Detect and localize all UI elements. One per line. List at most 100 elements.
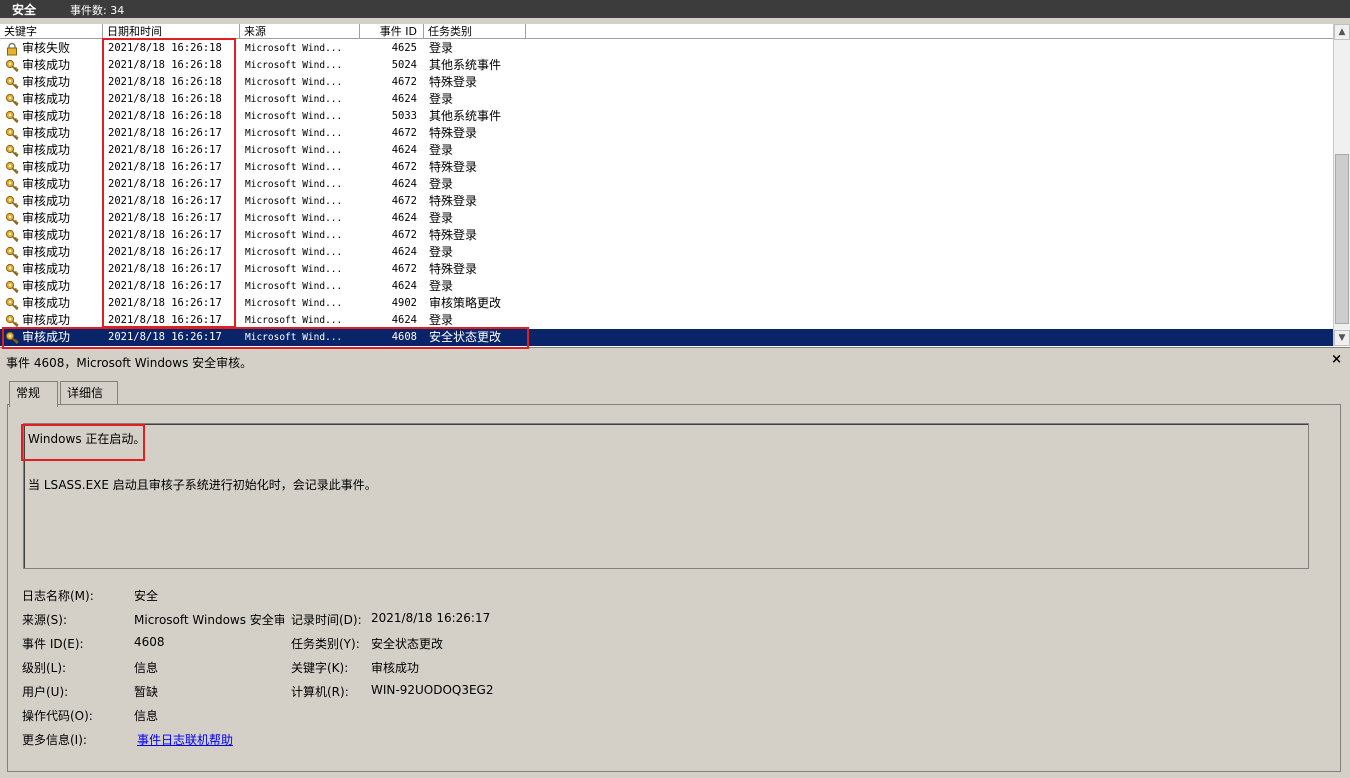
event-keyword: 审核成功 — [22, 109, 71, 123]
event-category: 其他系统事件 — [429, 109, 502, 123]
event-row[interactable]: 审核成功 2021/8/18 16:26:17 Microsoft Wind... 4… — [0, 159, 1333, 176]
event-row[interactable]: 审核成功 2021/8/18 16:26:18 Microsoft Wind... 5… — [0, 57, 1333, 74]
key-icon — [5, 110, 19, 124]
event-id: 4624 — [391, 178, 417, 190]
prop-label-user: 用户(U): — [22, 685, 69, 699]
prop-label-log-name: 日志名称(M): — [22, 589, 94, 603]
event-row[interactable]: 审核成功 2021/8/18 16:26:18 Microsoft Wind... 5… — [0, 108, 1333, 125]
prop-label-event-id: 事件 ID(E): — [22, 637, 84, 651]
log-name: 安全 — [12, 3, 37, 17]
event-category: 登录 — [429, 92, 454, 106]
column-header-event-id[interactable]: 事件 ID — [360, 24, 424, 39]
key-icon — [5, 76, 19, 90]
event-id: 4624 — [391, 246, 417, 258]
event-list-header: 关键字 日期和时间 来源 事件 ID 任务类别 — [0, 24, 1333, 39]
event-row[interactable]: 审核成功 2021/8/18 16:26:17 Microsoft Wind... 4… — [0, 142, 1333, 159]
event-id: 4672 — [391, 195, 417, 207]
event-source: Microsoft Wind... — [245, 111, 343, 122]
event-row[interactable]: 审核成功 2021/8/18 16:26:17 Microsoft Wind... 4… — [0, 244, 1333, 261]
column-header-datetime[interactable]: 日期和时间 — [103, 24, 240, 39]
event-source: Microsoft Wind... — [245, 94, 343, 105]
event-category: 登录 — [429, 279, 454, 293]
event-source: Microsoft Wind... — [245, 230, 343, 241]
event-keyword: 审核成功 — [22, 92, 71, 106]
event-source: Microsoft Wind... — [245, 196, 343, 207]
prop-label-level: 级别(L): — [22, 661, 67, 675]
event-list[interactable]: 关键字 日期和时间 来源 事件 ID 任务类别 审核失败 2021/8/18 16… — [0, 24, 1350, 348]
event-source: Microsoft Wind... — [245, 247, 343, 258]
prop-label-computer: 计算机(R): — [291, 685, 349, 699]
prop-value-logged: 2021/8/18 16:26:17 — [371, 611, 491, 625]
event-category: 安全状态更改 — [429, 330, 502, 344]
event-row[interactable]: 审核成功 2021/8/18 16:26:18 Microsoft Wind... 4… — [0, 74, 1333, 91]
event-row[interactable]: 审核成功 2021/8/18 16:26:17 Microsoft Wind... 4… — [0, 125, 1333, 142]
key-icon — [5, 178, 19, 192]
prop-value-event-id: 4608 — [134, 635, 165, 649]
online-help-link[interactable]: 事件日志联机帮助 — [137, 731, 233, 748]
event-datetime: 2021/8/18 16:26:17 — [108, 127, 222, 139]
event-category: 登录 — [429, 41, 454, 55]
vertical-scrollbar[interactable]: ▲ ▼ — [1333, 24, 1350, 346]
event-category: 登录 — [429, 143, 454, 157]
prop-value-source: Microsoft Windows 安全审核 — [134, 613, 284, 627]
event-description[interactable]: Windows 正在启动。 当 LSASS.EXE 启动且审核子系统进行初始化时… — [23, 423, 1309, 569]
event-source: Microsoft Wind... — [245, 60, 343, 71]
event-keyword: 审核成功 — [22, 75, 71, 89]
event-row[interactable]: 审核成功 2021/8/18 16:26:17 Microsoft Wind... 4… — [0, 312, 1333, 329]
event-row[interactable]: 审核成功 2021/8/18 16:26:17 Microsoft Wind... 4… — [0, 176, 1333, 193]
event-datetime: 2021/8/18 16:26:18 — [108, 93, 222, 105]
event-datetime: 2021/8/18 16:26:17 — [108, 280, 222, 292]
event-datetime: 2021/8/18 16:26:17 — [108, 212, 222, 224]
description-line-1: Windows 正在启动。 — [28, 432, 146, 446]
event-row[interactable]: 审核成功 2021/8/18 16:26:17 Microsoft Wind... 4… — [0, 210, 1333, 227]
event-id: 4902 — [391, 297, 417, 309]
key-icon — [5, 246, 19, 260]
event-row[interactable]: 审核成功 2021/8/18 16:26:17 Microsoft Wind... 4… — [0, 227, 1333, 244]
prop-value-level: 信息 — [134, 661, 159, 675]
log-titlebar: 安全 事件数: 34 — [0, 0, 1350, 18]
tab-details[interactable]: 详细信息 — [60, 381, 118, 422]
scroll-thumb[interactable] — [1335, 154, 1349, 324]
scroll-down-arrow-icon[interactable]: ▼ — [1334, 330, 1350, 346]
event-source: Microsoft Wind... — [245, 77, 343, 88]
prop-value-keywords: 审核成功 — [371, 661, 420, 675]
event-keyword: 审核成功 — [22, 279, 71, 293]
event-datetime: 2021/8/18 16:26:17 — [108, 144, 222, 156]
key-icon — [5, 297, 19, 311]
prop-value-log-name: 安全 — [134, 589, 159, 603]
column-header-source[interactable]: 来源 — [240, 24, 360, 39]
event-keyword: 审核失败 — [22, 41, 71, 55]
detail-title: 事件 4608，Microsoft Windows 安全审核。 — [6, 356, 253, 370]
key-icon — [5, 212, 19, 226]
event-datetime: 2021/8/18 16:26:17 — [108, 161, 222, 173]
key-icon — [5, 93, 19, 107]
event-category: 特殊登录 — [429, 262, 478, 276]
column-header-keyword[interactable]: 关键字 — [0, 24, 103, 39]
tab-general[interactable]: 常规 — [9, 381, 58, 407]
event-row[interactable]: 审核失败 2021/8/18 16:26:18 Microsoft Wind... 4… — [0, 40, 1333, 57]
event-datetime: 2021/8/18 16:26:17 — [108, 331, 222, 343]
event-row[interactable]: 审核成功 2021/8/18 16:26:17 Microsoft Wind... 4… — [0, 261, 1333, 278]
event-row[interactable]: 审核成功 2021/8/18 16:26:17 Microsoft Wind... 4… — [0, 193, 1333, 210]
close-icon[interactable]: × — [1331, 352, 1342, 367]
event-datetime: 2021/8/18 16:26:17 — [108, 297, 222, 309]
event-row[interactable]: 审核成功 2021/8/18 16:26:17 Microsoft Wind... 4… — [0, 295, 1333, 312]
event-source: Microsoft Wind... — [245, 281, 343, 292]
event-source: Microsoft Wind... — [245, 43, 343, 54]
key-icon — [5, 263, 19, 277]
key-icon — [5, 331, 19, 345]
event-datetime: 2021/8/18 16:26:18 — [108, 42, 222, 54]
column-header-task-category[interactable]: 任务类别 — [424, 24, 526, 39]
event-category: 登录 — [429, 177, 454, 191]
prop-value-computer: WIN-92UODOQ3EG2 — [371, 683, 494, 697]
event-datetime: 2021/8/18 16:26:17 — [108, 246, 222, 258]
event-row[interactable]: 审核成功 2021/8/18 16:26:18 Microsoft Wind... 4… — [0, 91, 1333, 108]
event-row[interactable]: 审核成功 2021/8/18 16:26:17 Microsoft Wind... 4… — [0, 329, 1333, 346]
prop-label-more-info: 更多信息(I): — [22, 733, 87, 747]
scroll-up-arrow-icon[interactable]: ▲ — [1334, 24, 1350, 40]
event-row[interactable]: 审核成功 2021/8/18 16:26:17 Microsoft Wind... 4… — [0, 278, 1333, 295]
description-line-2: 当 LSASS.EXE 启动且审核子系统进行初始化时，会记录此事件。 — [28, 478, 377, 492]
event-source: Microsoft Wind... — [245, 264, 343, 275]
event-source: Microsoft Wind... — [245, 162, 343, 173]
event-source: Microsoft Wind... — [245, 332, 343, 343]
